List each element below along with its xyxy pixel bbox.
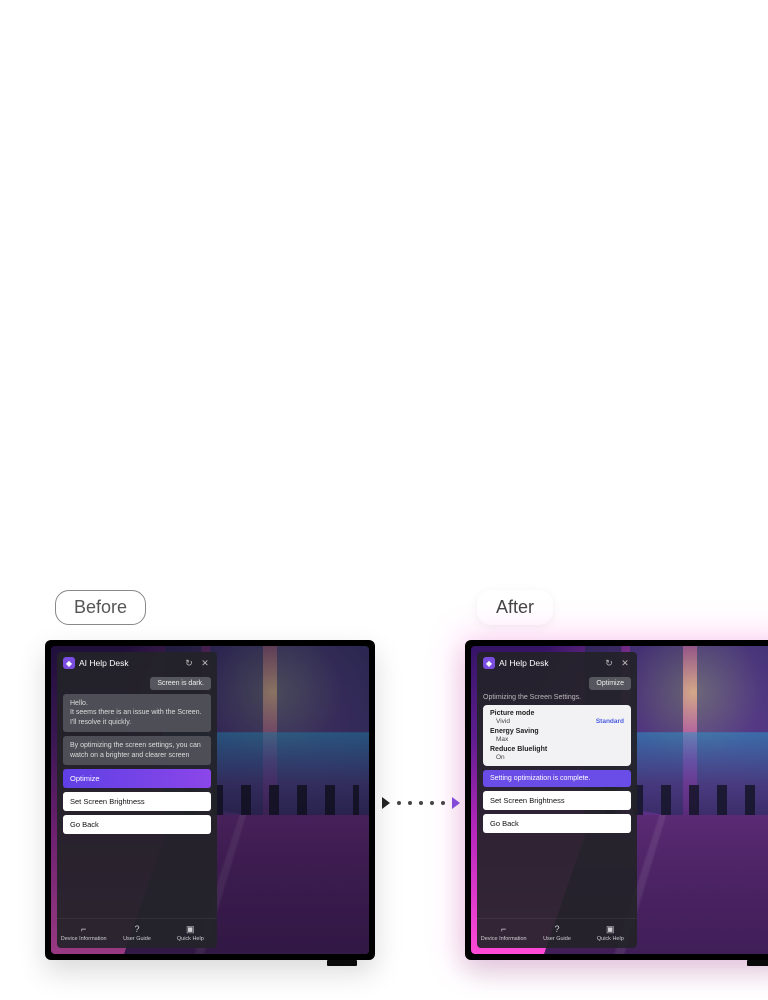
set-brightness-button[interactable]: Set Screen Brightness xyxy=(483,791,631,810)
user-guide-icon: ? xyxy=(131,924,143,934)
chevron-right-icon xyxy=(382,797,390,809)
go-back-button[interactable]: Go Back xyxy=(483,814,631,833)
section-label: Optimizing the Screen Settings. xyxy=(483,694,631,701)
optimize-button[interactable]: Optimize xyxy=(63,769,211,788)
transition-indicator xyxy=(382,795,462,811)
device-info-icon: ⌐ xyxy=(498,924,510,934)
user-guide-icon: ? xyxy=(551,924,563,934)
ai-help-desk-panel: ◆ AI Help Desk ↻ ✕ Screen is dark. Hello… xyxy=(57,652,217,948)
tv-before: ◆ AI Help Desk ↻ ✕ Screen is dark. Hello… xyxy=(45,640,375,960)
panel-title: AI Help Desk xyxy=(499,658,599,668)
set-brightness-button[interactable]: Set Screen Brightness xyxy=(63,792,211,811)
quick-help-icon: ▣ xyxy=(184,924,196,934)
app-icon: ◆ xyxy=(63,657,75,669)
tv-after: ◆ AI Help Desk ↻ ✕ Optimize Optimizing t… xyxy=(465,640,768,960)
panel-title: AI Help Desk xyxy=(79,658,179,668)
settings-card: Picture mode VividStandard Energy Saving… xyxy=(483,705,631,766)
footer-user-guide[interactable]: ? User Guide xyxy=(110,919,163,948)
quick-help-icon: ▣ xyxy=(604,924,616,934)
close-icon[interactable]: ✕ xyxy=(619,657,631,669)
footer-quick-help[interactable]: ▣ Quick Help xyxy=(584,919,637,948)
user-message-chip: Optimize xyxy=(589,677,631,690)
device-info-icon: ⌐ xyxy=(78,924,90,934)
refresh-icon[interactable]: ↻ xyxy=(183,657,195,669)
setting-row: Picture mode VividStandard xyxy=(490,710,624,725)
after-label: After xyxy=(477,590,553,625)
go-back-button[interactable]: Go Back xyxy=(63,815,211,834)
panel-header: ◆ AI Help Desk ↻ ✕ xyxy=(57,652,217,674)
panel-footer: ⌐ Device Information ? User Guide ▣ Quic… xyxy=(57,918,217,948)
assistant-message: By optimizing the screen settings, you c… xyxy=(63,736,211,765)
status-message: Setting optimization is complete. xyxy=(483,770,631,787)
close-icon[interactable]: ✕ xyxy=(199,657,211,669)
footer-device-info[interactable]: ⌐ Device Information xyxy=(57,919,110,948)
setting-row: Reduce Bluelight On xyxy=(490,746,624,761)
refresh-icon[interactable]: ↻ xyxy=(603,657,615,669)
assistant-message: Hello. It seems there is an issue with t… xyxy=(63,694,211,732)
before-label: Before xyxy=(55,590,146,625)
tv-stand xyxy=(327,960,357,966)
ai-help-desk-panel: ◆ AI Help Desk ↻ ✕ Optimize Optimizing t… xyxy=(477,652,637,948)
app-icon: ◆ xyxy=(483,657,495,669)
tv-stand xyxy=(747,960,768,966)
chevron-right-icon xyxy=(452,797,460,809)
footer-user-guide[interactable]: ? User Guide xyxy=(530,919,583,948)
setting-row: Energy Saving Max xyxy=(490,728,624,743)
user-message-chip: Screen is dark. xyxy=(150,677,211,690)
footer-device-info[interactable]: ⌐ Device Information xyxy=(477,919,530,948)
footer-quick-help[interactable]: ▣ Quick Help xyxy=(164,919,217,948)
panel-footer: ⌐ Device Information ? User Guide ▣ Quic… xyxy=(477,918,637,948)
panel-header: ◆ AI Help Desk ↻ ✕ xyxy=(477,652,637,674)
